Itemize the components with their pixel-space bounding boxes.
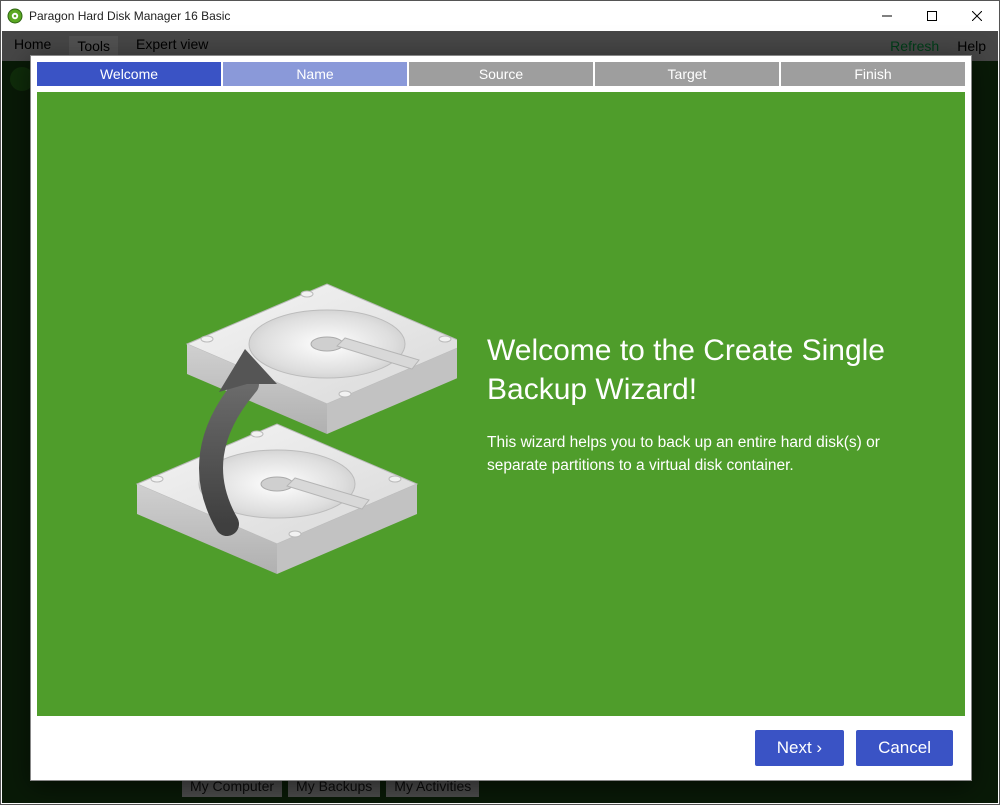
menu-home[interactable]: Home: [14, 36, 51, 56]
app-icon: [7, 8, 23, 24]
window-controls: [864, 1, 999, 31]
step-target: Target: [595, 62, 779, 86]
titlebar: Paragon Hard Disk Manager 16 Basic: [1, 1, 999, 31]
wizard-footer: Next › Cancel: [31, 716, 971, 780]
maximize-button[interactable]: [909, 1, 954, 31]
wizard-content: Welcome to the Create Single Backup Wiza…: [37, 92, 965, 716]
step-welcome[interactable]: Welcome: [37, 62, 221, 86]
wizard-subtext: This wizard helps you to back up an enti…: [487, 431, 915, 478]
step-name[interactable]: Name: [223, 62, 407, 86]
step-source: Source: [409, 62, 593, 86]
menu-tools[interactable]: Tools: [69, 36, 118, 56]
step-finish: Finish: [781, 62, 965, 86]
close-button[interactable]: [954, 1, 999, 31]
menu-refresh[interactable]: Refresh: [890, 38, 939, 54]
cancel-button[interactable]: Cancel: [856, 730, 953, 766]
window-title: Paragon Hard Disk Manager 16 Basic: [29, 9, 230, 23]
menu-help[interactable]: Help: [957, 38, 986, 54]
wizard-heading: Welcome to the Create Single Backup Wiza…: [487, 331, 915, 409]
create-backup-wizard-dialog: Welcome Name Source Target Finish: [30, 55, 972, 781]
menu-expert[interactable]: Expert view: [136, 36, 208, 56]
minimize-button[interactable]: [864, 1, 909, 31]
next-button[interactable]: Next ›: [755, 730, 844, 766]
wizard-steps: Welcome Name Source Target Finish: [37, 62, 965, 86]
disk-backup-illustration: [97, 224, 457, 584]
